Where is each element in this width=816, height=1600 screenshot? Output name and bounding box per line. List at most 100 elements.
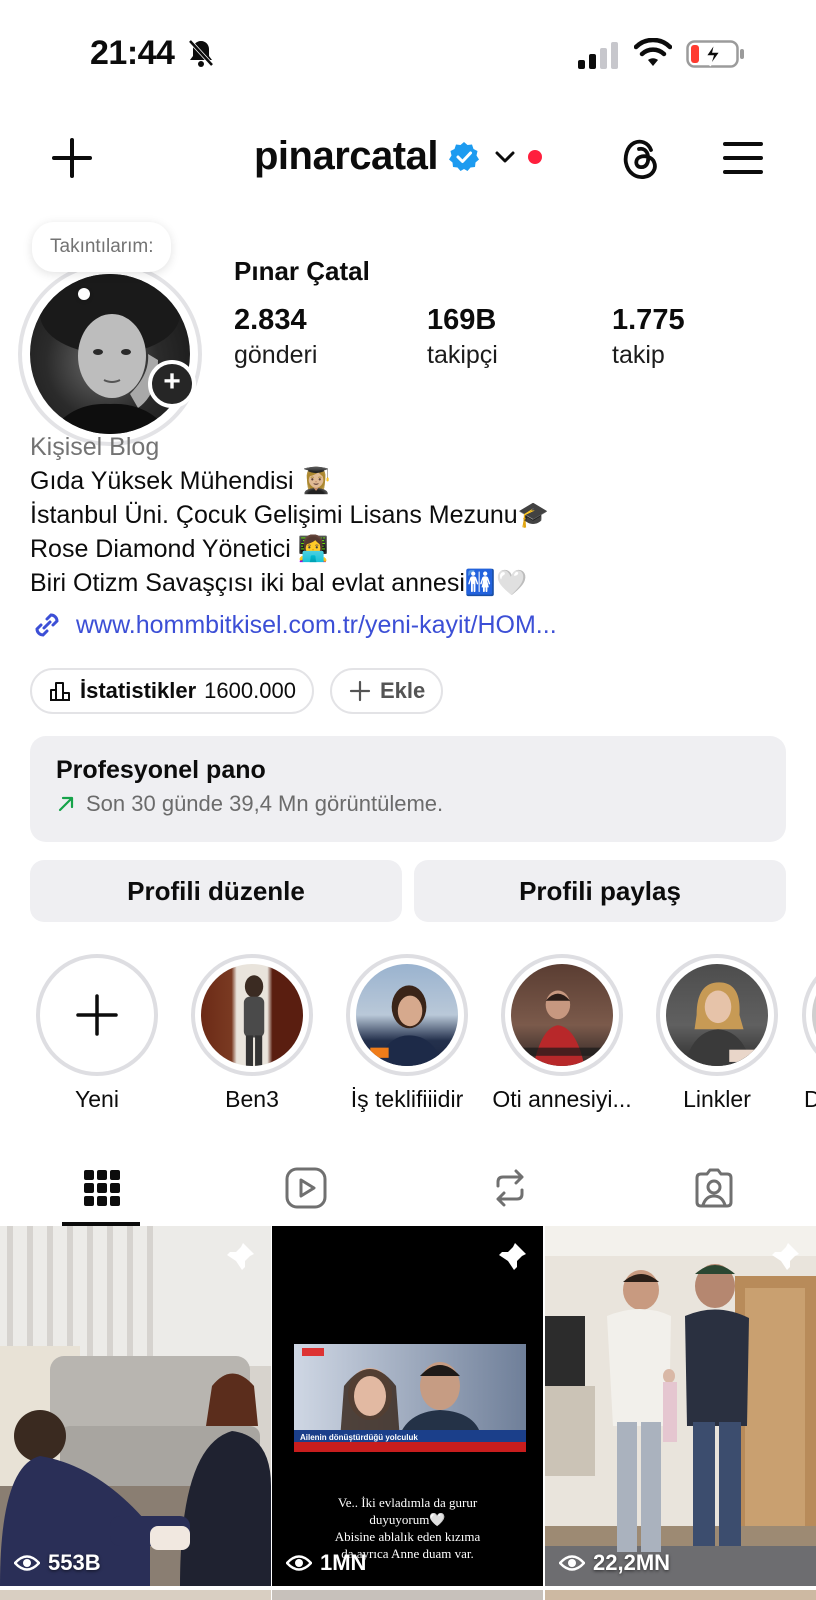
highlight-ben3[interactable]: Ben3 bbox=[182, 954, 322, 1113]
highlight-image bbox=[521, 990, 603, 1066]
eye-icon bbox=[14, 1555, 40, 1571]
highlight-image bbox=[243, 975, 265, 1066]
stat-posts[interactable]: 2.834 gönderi bbox=[234, 304, 317, 370]
highlight-thumbnail bbox=[511, 964, 613, 1066]
stat-posts-label: gönderi bbox=[234, 341, 318, 369]
post-thumbnail[interactable]: 553B bbox=[0, 1226, 271, 1586]
stat-followers-label: takipçi bbox=[427, 341, 498, 369]
view-count: 553B bbox=[14, 1550, 101, 1576]
share-profile-button[interactable]: Profili paylaş bbox=[414, 860, 786, 922]
pill-row: İstatistikler 1600.000 Ekle bbox=[30, 668, 444, 714]
highlight-label: Ben3 bbox=[225, 1086, 279, 1112]
wifi-icon bbox=[634, 38, 672, 66]
threads-icon[interactable] bbox=[618, 136, 664, 182]
highlight-partial[interactable]: D bbox=[802, 954, 816, 1113]
chevron-down-icon bbox=[495, 151, 515, 162]
stat-following[interactable]: 1.775 takip bbox=[612, 304, 685, 370]
next-row-thumbnail[interactable] bbox=[0, 1590, 271, 1600]
highlight-oti[interactable]: Oti annesiyi... bbox=[492, 954, 632, 1113]
post-thumbnail[interactable]: Ailenin dönüştürdüğü yolculuk Ve.. İki e… bbox=[272, 1226, 543, 1586]
bio-line: Gıda Yüksek Mühendisi 👩🏼‍🎓 bbox=[30, 467, 332, 495]
profile-tabs bbox=[0, 1150, 816, 1226]
reposts-icon bbox=[496, 1169, 524, 1207]
account-switcher[interactable]: pinarcatal bbox=[254, 134, 542, 179]
insights-value: 1600.000 bbox=[204, 678, 296, 703]
note-bubble[interactable]: Takıntılarım: bbox=[32, 222, 172, 272]
caption-line: duyuyorum🤍 bbox=[369, 1512, 446, 1527]
pro-subtitle-row: Son 30 günde 39,4 Mn görüntüleme. bbox=[56, 791, 760, 817]
eye-icon bbox=[286, 1555, 312, 1571]
next-row-thumbnail[interactable] bbox=[272, 1590, 543, 1600]
eye-icon bbox=[559, 1555, 585, 1571]
highlight-job-offer[interactable]: İş teklifiiidir bbox=[337, 954, 477, 1113]
bio-line: Rose Diamond Yönetici 👩‍💻 bbox=[30, 535, 329, 563]
avatar[interactable] bbox=[30, 274, 190, 434]
highlight-thumbnail bbox=[812, 964, 816, 1066]
add-label: Ekle bbox=[379, 678, 426, 703]
bar-chart-icon bbox=[50, 682, 70, 701]
pinned-icon bbox=[772, 1243, 799, 1270]
highlight-label: Yeni bbox=[75, 1086, 119, 1112]
highlight-label: İş teklifiiidir bbox=[350, 1086, 464, 1112]
highlight-new[interactable]: Yeni bbox=[27, 954, 167, 1113]
highlight-label: Linkler bbox=[683, 1086, 751, 1112]
notification-dot bbox=[527, 149, 542, 164]
stat-followers[interactable]: 169B takipçi bbox=[427, 304, 498, 370]
view-count: 22,2MN bbox=[559, 1550, 670, 1576]
highlight-circle bbox=[501, 954, 623, 1076]
bell-off-icon bbox=[188, 39, 214, 67]
highlight-new-inner bbox=[46, 964, 148, 1066]
view-count-value: 22,2MN bbox=[593, 1550, 671, 1575]
verified-badge-icon bbox=[448, 141, 479, 171]
pinned-icon bbox=[227, 1243, 254, 1270]
reels-icon bbox=[285, 1167, 327, 1209]
pinned-icon bbox=[499, 1243, 526, 1270]
plus-icon bbox=[76, 994, 118, 1036]
hamburger-menu-icon[interactable] bbox=[722, 140, 764, 176]
highlight-image bbox=[684, 982, 758, 1066]
profile-action-buttons: Profili düzenle Profili paylaş bbox=[30, 860, 786, 922]
profile-header: pinarcatal bbox=[0, 120, 816, 200]
profile-stats: 2.834 gönderi 169B takipçi 1.775 takip bbox=[234, 304, 794, 374]
view-count-value: 553B bbox=[48, 1550, 101, 1575]
highlight-image bbox=[370, 985, 444, 1066]
stat-posts-value: 2.834 bbox=[234, 304, 307, 336]
caption-line: Abisine ablalık eden kızıma bbox=[334, 1529, 481, 1544]
note-bubble-tail bbox=[78, 288, 90, 300]
next-row-thumbnail[interactable] bbox=[545, 1590, 816, 1600]
tab-reels[interactable] bbox=[204, 1150, 408, 1226]
profile-avatar-area: + Takıntılarım: bbox=[18, 222, 208, 446]
tv-banner-text: Ailenin dönüştürdüğü yolculuk bbox=[300, 1433, 418, 1442]
trend-up-arrow-icon bbox=[58, 796, 74, 812]
highlight-circle bbox=[802, 954, 816, 1076]
battery-charging-icon bbox=[686, 40, 744, 68]
highlight-links[interactable]: Linkler bbox=[647, 954, 787, 1113]
professional-dashboard[interactable]: Profesyonel pano Son 30 günde 39,4 Mn gö… bbox=[30, 736, 786, 842]
insights-label: İstatistikler bbox=[80, 678, 197, 703]
story-highlights: Yeni Ben3 İş teklifiiidir Oti annesiyi..… bbox=[0, 954, 816, 1114]
highlight-circle bbox=[191, 954, 313, 1076]
create-plus-icon[interactable] bbox=[50, 136, 94, 180]
status-time: 21:44 bbox=[90, 34, 175, 72]
pro-title: Profesyonel pano bbox=[56, 756, 266, 784]
tab-tagged[interactable] bbox=[612, 1150, 816, 1226]
tagged-icon bbox=[695, 1168, 733, 1208]
edit-profile-button[interactable]: Profili düzenle bbox=[30, 860, 402, 922]
status-bar: 21:44 bbox=[0, 0, 816, 110]
post-thumbnail[interactable]: 22,2MN bbox=[545, 1226, 816, 1586]
post-image bbox=[0, 1226, 271, 1586]
insights-pill[interactable]: İstatistikler 1600.000 bbox=[30, 668, 314, 714]
tab-reposts[interactable] bbox=[408, 1150, 612, 1226]
bio-link[interactable]: www.hommbitkisel.com.tr/yeni-kayit/HOM..… bbox=[30, 608, 557, 642]
highlight-thumbnail bbox=[201, 964, 303, 1066]
stat-followers-value: 169B bbox=[427, 304, 497, 336]
add-pill[interactable]: Ekle bbox=[329, 668, 444, 714]
bio-category: Kişisel Blog bbox=[30, 433, 160, 461]
tab-grid[interactable] bbox=[0, 1150, 204, 1226]
full-name: Pınar Çatal bbox=[234, 256, 370, 286]
add-story-button[interactable]: + bbox=[148, 360, 196, 408]
highlight-circle bbox=[656, 954, 778, 1076]
view-count: 1MN bbox=[286, 1550, 366, 1576]
username: pinarcatal bbox=[254, 134, 438, 178]
highlight-label: D bbox=[804, 1086, 816, 1112]
